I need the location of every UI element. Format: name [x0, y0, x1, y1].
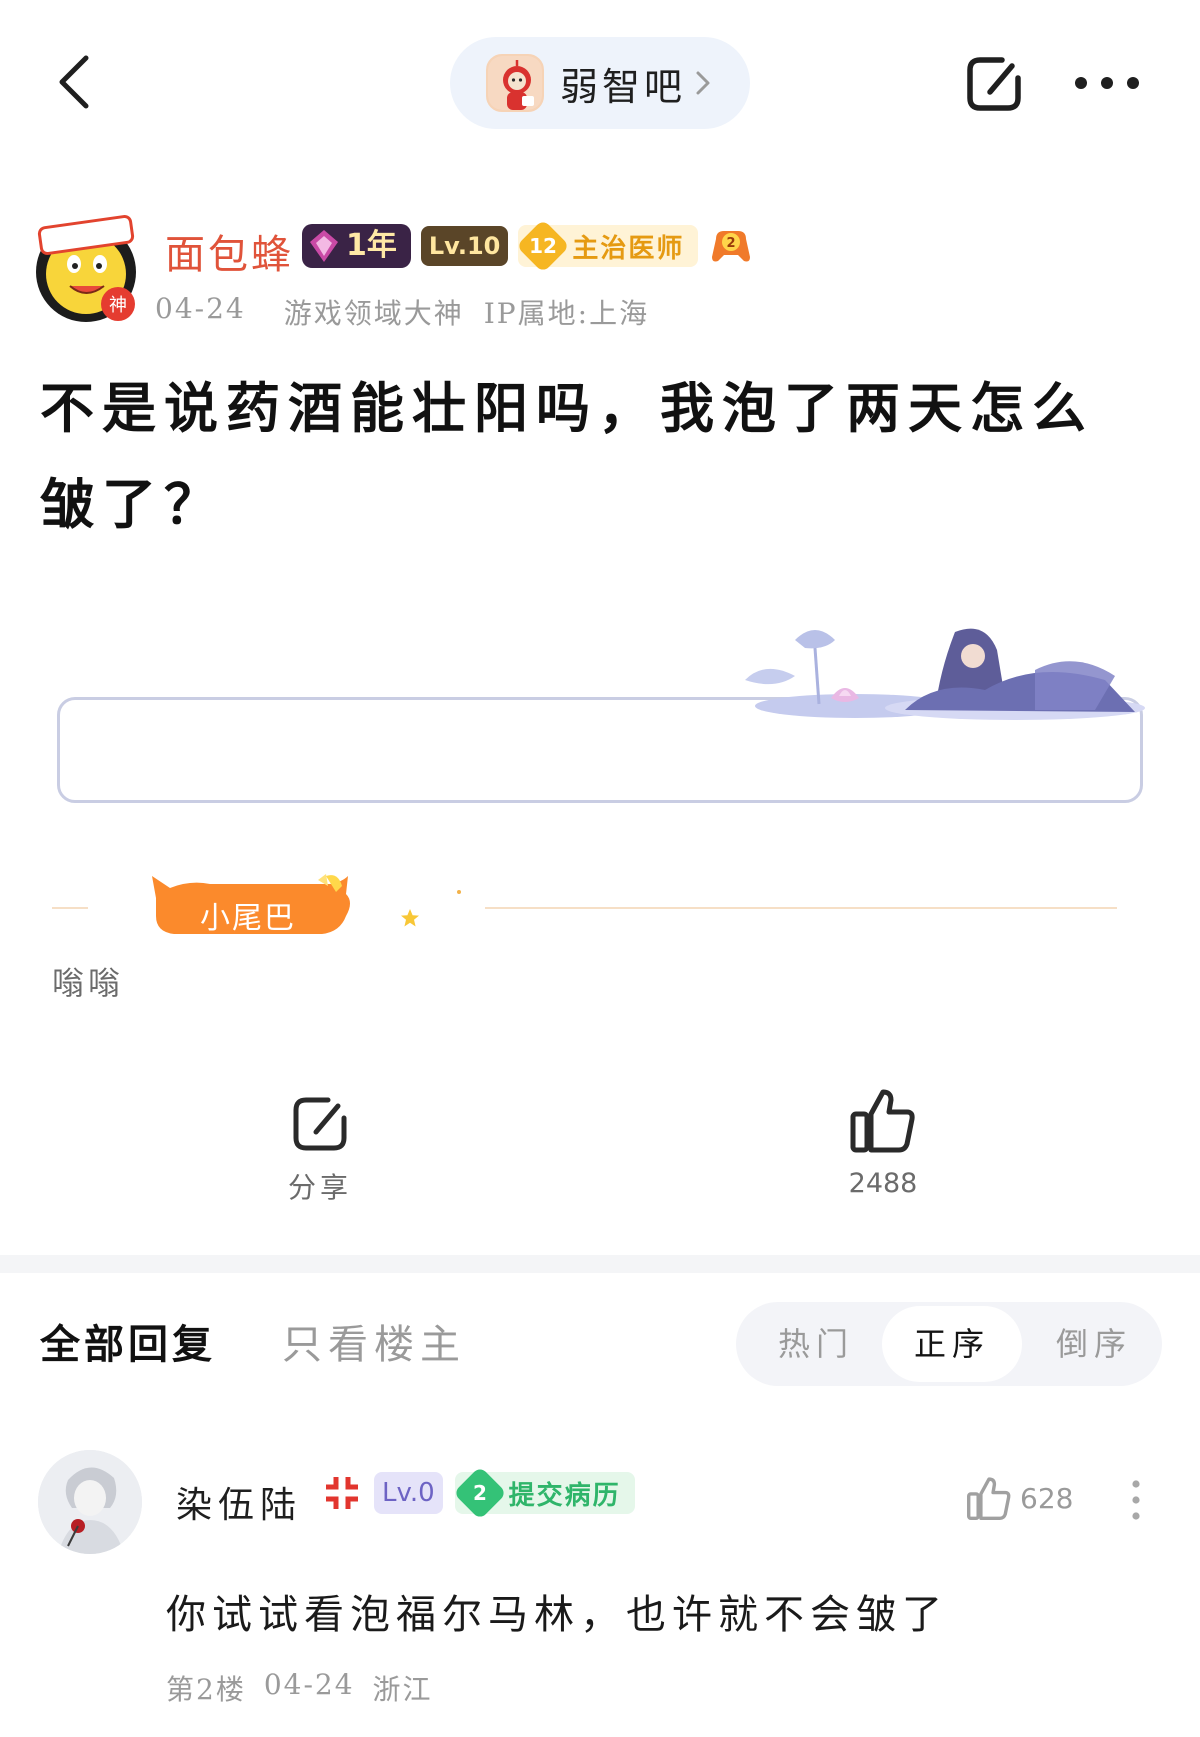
- reply-avatar[interactable]: [38, 1450, 142, 1554]
- author-badges: 1年 Lv.10 12 主治医师 2: [302, 219, 754, 273]
- author-name[interactable]: 面包蜂: [165, 222, 294, 280]
- tail-divider-right: [485, 907, 1117, 909]
- rank-badge[interactable]: 12 主治医师: [516, 219, 699, 273]
- svg-text:2: 2: [727, 236, 736, 251]
- reply-text: 你试试看泡福尔马林，也许就不会皱了: [166, 1592, 948, 1638]
- share-icon: [293, 1097, 347, 1151]
- gem-icon: [310, 230, 338, 262]
- reply-rank-title: 提交病历: [508, 1480, 621, 1511]
- level-badge[interactable]: Lv.10: [420, 226, 509, 266]
- sort-ascending[interactable]: 正序: [882, 1306, 1022, 1382]
- reply-like-button[interactable]: 628: [966, 1475, 1073, 1521]
- reply-badges: Lv.0 2 提交病历: [322, 1466, 635, 1520]
- rank-number-icon: 2: [452, 1466, 507, 1520]
- author-meta: 04-24 游戏领域大神 IP属地:上海: [155, 292, 649, 332]
- share-action[interactable]: 分享: [270, 1092, 370, 1206]
- reply-date: 04-24: [263, 1668, 355, 1701]
- reply-level-badge[interactable]: Lv.0: [374, 1472, 443, 1514]
- reply-rank-badge[interactable]: 2 提交病历: [452, 1466, 635, 1520]
- sort-segmented-control: 热门 正序 倒序: [736, 1302, 1162, 1386]
- reply-more-icon[interactable]: [1130, 1478, 1142, 1522]
- forum-avatar: [486, 54, 544, 112]
- more-icon[interactable]: [1072, 74, 1142, 92]
- ip-location: IP属地:上海: [483, 297, 650, 330]
- sort-descending[interactable]: 倒序: [1026, 1302, 1162, 1386]
- tail-dot: [457, 890, 461, 894]
- reply-username[interactable]: 染伍陆: [176, 1476, 302, 1528]
- tab-all-replies[interactable]: 全部回复: [40, 1312, 216, 1370]
- back-icon[interactable]: [52, 52, 96, 112]
- thumbs-up-icon: [850, 1089, 915, 1153]
- author-title-tag: 游戏领域大神: [283, 297, 464, 330]
- rank-title: 主治医师: [572, 233, 685, 264]
- sort-hot[interactable]: 热门: [746, 1302, 886, 1386]
- like-action[interactable]: 2488: [828, 1086, 938, 1199]
- forum-name[interactable]: 弱智吧: [560, 56, 686, 111]
- tail-badge-label: 小尾巴: [200, 901, 296, 936]
- reply-meta: 第2楼 04-24 浙江: [166, 1668, 433, 1708]
- lotus-scene-decoration: [745, 628, 1145, 720]
- reply-like-count: 628: [1020, 1481, 1074, 1515]
- reply-floor: 第2楼: [166, 1673, 246, 1706]
- membership-year-label: 1年: [346, 228, 397, 263]
- share-label: 分享: [287, 1171, 352, 1204]
- membership-year-badge[interactable]: 1年: [302, 224, 411, 268]
- chevron-right-icon: [696, 71, 710, 95]
- like-count: 2488: [848, 1168, 918, 1199]
- rank-number-icon: 12: [516, 219, 571, 273]
- gamepad-badge-icon[interactable]: 2: [708, 225, 754, 267]
- tail-divider-left: [52, 907, 88, 909]
- post-title: 不是说药酒能壮阳吗，我泡了两天怎么皱了？: [40, 376, 1094, 536]
- tab-owner-only[interactable]: 只看楼主: [282, 1312, 466, 1370]
- section-divider: [0, 1255, 1200, 1273]
- avatar-stamp: 神: [109, 295, 127, 316]
- star-icon: [401, 909, 419, 927]
- share-icon[interactable]: [962, 52, 1026, 116]
- reply-location: 浙江: [372, 1673, 433, 1706]
- angry-mark-icon: [326, 1477, 358, 1509]
- post-date: 04-24: [155, 292, 246, 325]
- forum-pill[interactable]: 弱智吧: [450, 37, 750, 129]
- thumbs-up-icon: [967, 1477, 1011, 1520]
- tail-text: 嗡嗡: [52, 964, 125, 1002]
- author-avatar[interactable]: 神: [30, 212, 142, 324]
